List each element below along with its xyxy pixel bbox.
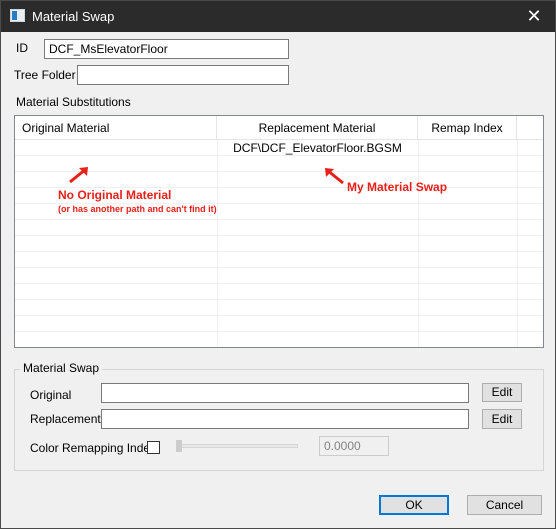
list-header: Original Material Replacement Material R…: [15, 116, 543, 140]
annotation-arrow-icon: [69, 167, 88, 184]
ok-button[interactable]: OK: [379, 495, 449, 515]
original-label: Original: [30, 388, 72, 402]
column-remap-index[interactable]: Remap Index: [418, 116, 517, 140]
window-title: Material Swap: [32, 9, 115, 24]
annotation-arrow-icon: [325, 168, 344, 185]
material-swap-dialog: Material Swap ✕ ID DCF_MsElevatorFloor T…: [0, 0, 556, 529]
edit-replacement-button[interactable]: Edit: [482, 409, 522, 429]
color-remapping-slider[interactable]: [176, 444, 298, 448]
original-input[interactable]: [101, 383, 469, 403]
slider-thumb[interactable]: [176, 440, 182, 452]
annotation-no-original: No Original Material: [58, 188, 172, 202]
replacement-label: Replacement: [30, 412, 101, 426]
cancel-button[interactable]: Cancel: [467, 495, 542, 515]
table-row: [15, 268, 543, 284]
annotation-my-material-swap: My Material Swap: [347, 180, 448, 194]
table-row: [15, 172, 543, 188]
title-bar: Material Swap ✕: [1, 1, 555, 32]
column-replacement-material[interactable]: Replacement Material: [217, 116, 418, 140]
id-label: ID: [16, 41, 28, 55]
table-row: [15, 252, 543, 268]
table-row: [15, 236, 543, 252]
table-row: [15, 332, 543, 347]
table-row[interactable]: DCF\DCF_ElevatorFloor.BGSM: [15, 140, 543, 156]
edit-original-button[interactable]: Edit: [482, 383, 522, 402]
color-remapping-checkbox[interactable]: [147, 441, 160, 454]
app-window-icon: [10, 9, 25, 22]
table-row: [15, 220, 543, 236]
material-substitutions-list[interactable]: Original Material Replacement Material R…: [14, 115, 544, 348]
column-original-material[interactable]: Original Material: [15, 116, 217, 140]
material-swap-group-label: Material Swap: [20, 361, 103, 375]
tree-folder-label: Tree Folder: [14, 68, 76, 82]
tree-folder-input[interactable]: [77, 65, 289, 85]
cell-replacement: DCF\DCF_ElevatorFloor.BGSM: [233, 141, 402, 155]
table-row: [15, 284, 543, 300]
table-row: [15, 300, 543, 316]
table-row: [15, 316, 543, 332]
color-remapping-label: Color Remapping Index: [30, 441, 157, 455]
close-button[interactable]: ✕: [519, 3, 549, 30]
annotation-no-original-detail: (or has another path and can't find it): [58, 204, 217, 214]
material-substitutions-label: Material Substitutions: [16, 95, 131, 109]
table-row: [15, 156, 543, 172]
id-input[interactable]: DCF_MsElevatorFloor: [44, 39, 289, 59]
color-remapping-value[interactable]: 0.0000: [319, 436, 389, 456]
replacement-input[interactable]: [101, 409, 469, 429]
